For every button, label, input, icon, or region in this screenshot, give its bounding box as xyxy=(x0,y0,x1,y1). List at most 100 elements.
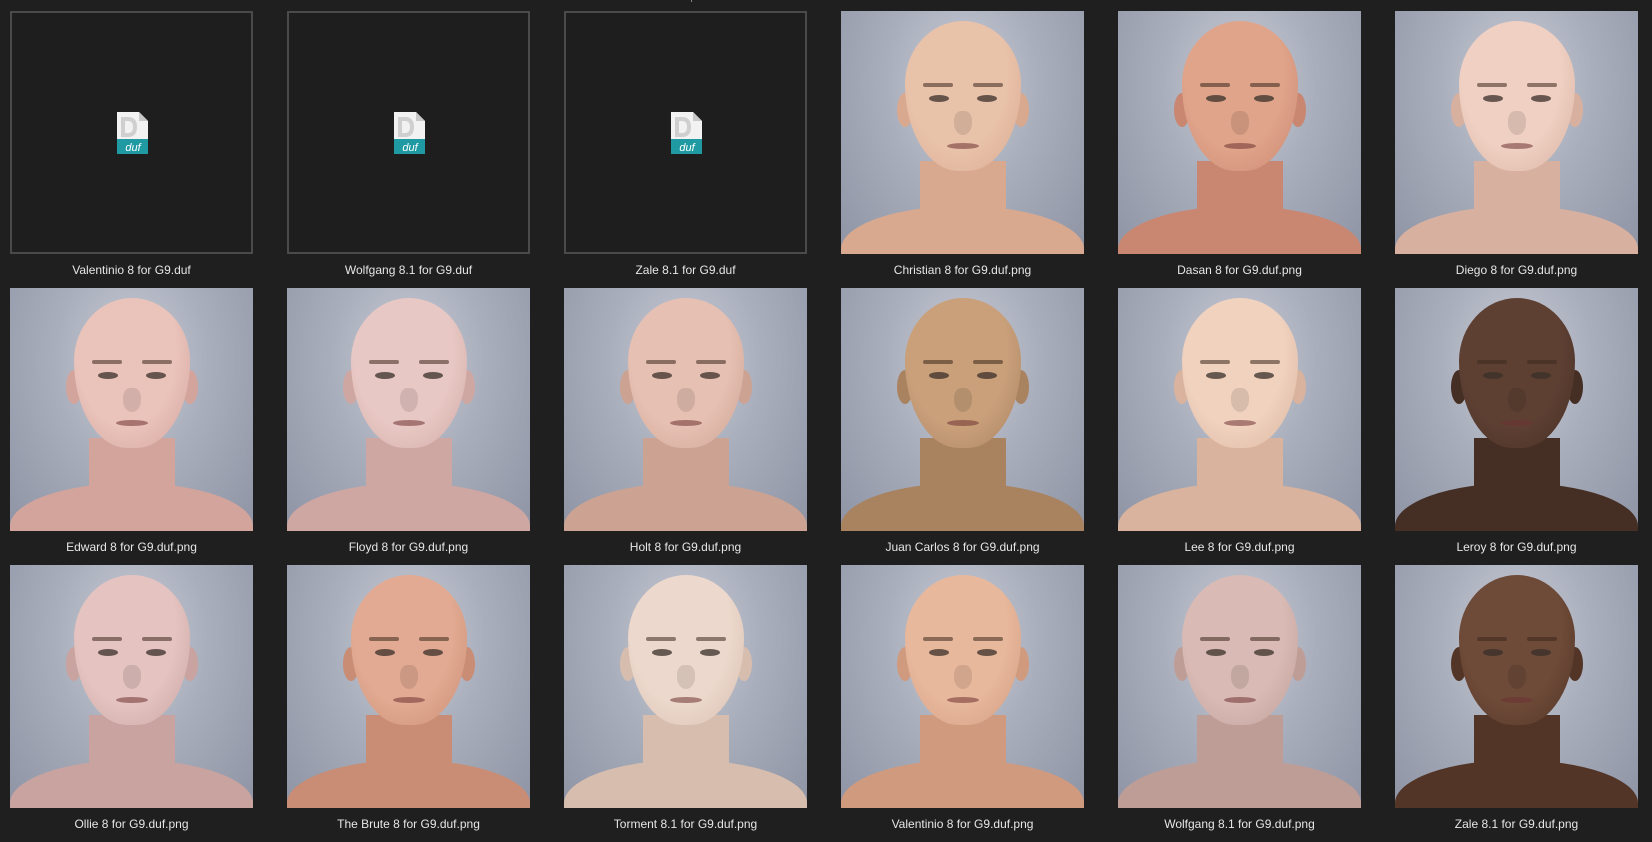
file-thumbnail[interactable]: duf xyxy=(564,11,807,254)
portrait-mouth xyxy=(669,420,702,426)
file-tile[interactable]: duf Zale 8.1 for G9.duf xyxy=(564,11,807,288)
file-tile[interactable]: Zale 8.1 for G9.duf.png xyxy=(1395,565,1638,842)
portrait-eye xyxy=(651,649,672,656)
file-name-label: Ollie 8 for G9.duf.png xyxy=(74,817,189,831)
portrait-eye xyxy=(928,372,949,379)
portrait-mouth xyxy=(1500,697,1533,703)
file-thumbnail[interactable]: duf xyxy=(287,11,530,254)
image-thumbnail[interactable] xyxy=(1118,288,1361,531)
file-tile[interactable]: Edward 8 for G9.duf.png xyxy=(10,288,253,565)
portrait-neck xyxy=(919,438,1006,508)
image-thumbnail[interactable] xyxy=(10,565,253,808)
portrait-brow xyxy=(1199,637,1230,641)
file-name-label: The Brute 8 for G9.duf.png xyxy=(337,817,480,831)
file-name-label: Dasan 8 for G9.duf.png xyxy=(1177,263,1302,277)
portrait-eye xyxy=(97,649,118,656)
portrait-eye xyxy=(1205,649,1226,656)
portrait-eye xyxy=(1253,372,1274,379)
image-thumbnail[interactable] xyxy=(564,565,807,808)
portrait-neck xyxy=(642,715,729,785)
portrait-mouth xyxy=(392,697,425,703)
portrait-eye xyxy=(1530,372,1551,379)
portrait-nose xyxy=(1230,111,1249,135)
image-thumbnail[interactable] xyxy=(564,288,807,531)
portrait-brow xyxy=(1476,83,1507,87)
portrait-neck xyxy=(642,438,729,508)
portrait-eye xyxy=(928,649,949,656)
file-name-label: Valentinio 8 for G9.duf.png xyxy=(891,817,1034,831)
portrait-brow xyxy=(418,637,449,641)
portrait-brow xyxy=(368,360,399,364)
svg-text:duf: duf xyxy=(402,142,418,154)
duf-file-icon: duf xyxy=(393,111,425,154)
portrait-nose xyxy=(676,388,695,412)
image-thumbnail[interactable] xyxy=(287,565,530,808)
portrait-brow xyxy=(368,637,399,641)
file-tile[interactable]: Floyd 8 for G9.duf.png xyxy=(287,288,530,565)
image-thumbnail[interactable] xyxy=(1118,565,1361,808)
portrait-neck xyxy=(88,715,175,785)
portrait-eye xyxy=(1253,649,1274,656)
file-tile[interactable]: Torment 8.1 for G9.duf.png xyxy=(564,565,807,842)
portrait-eye xyxy=(374,649,395,656)
file-name-label: Torment 8.1 for G9.duf.png xyxy=(613,817,758,831)
file-tile[interactable]: Christian 8 for G9.duf.png xyxy=(841,11,1084,288)
file-tile[interactable]: The Brute 8 for G9.duf.png xyxy=(287,565,530,842)
portrait-nose xyxy=(399,388,418,412)
file-tile[interactable]: Lee 8 for G9.duf.png xyxy=(1118,288,1361,565)
portrait-eye xyxy=(928,95,949,102)
file-tile[interactable]: Ollie 8 for G9.duf.png xyxy=(10,565,253,842)
portrait-mouth xyxy=(1500,143,1533,149)
image-thumbnail[interactable] xyxy=(10,288,253,531)
portrait-eye xyxy=(651,372,672,379)
file-thumbnail[interactable]: duf xyxy=(10,11,253,254)
portrait-nose xyxy=(953,388,972,412)
file-name-label: Leroy 8 for G9.duf.png xyxy=(1456,540,1577,554)
file-tile[interactable]: Valentinio 8 for G9.duf.png xyxy=(841,565,1084,842)
portrait-nose xyxy=(122,388,141,412)
portrait-brow xyxy=(922,637,953,641)
portrait-brow xyxy=(695,360,726,364)
portrait-brow xyxy=(922,83,953,87)
portrait-brow xyxy=(1526,83,1557,87)
image-thumbnail[interactable] xyxy=(841,288,1084,531)
file-tile[interactable]: Diego 8 for G9.duf.png xyxy=(1395,11,1638,288)
file-name-label: Floyd 8 for G9.duf.png xyxy=(348,540,469,554)
portrait-brow xyxy=(418,360,449,364)
portrait-eye xyxy=(1482,95,1503,102)
file-tile[interactable]: duf Wolfgang 8.1 for G9.duf xyxy=(287,11,530,288)
portrait-mouth xyxy=(669,697,702,703)
portrait-eye xyxy=(422,649,443,656)
file-tile[interactable]: duf Valentinio 8 for G9.duf xyxy=(10,11,253,288)
portrait-brow xyxy=(91,360,122,364)
portrait-eye xyxy=(1482,649,1503,656)
image-thumbnail[interactable] xyxy=(1395,288,1638,531)
image-thumbnail[interactable] xyxy=(841,565,1084,808)
file-tile[interactable]: Dasan 8 for G9.duf.png xyxy=(1118,11,1361,288)
file-tile[interactable]: Juan Carlos 8 for G9.duf.png xyxy=(841,288,1084,565)
image-thumbnail[interactable] xyxy=(1395,11,1638,254)
portrait-neck xyxy=(365,438,452,508)
portrait-brow xyxy=(972,637,1003,641)
image-thumbnail[interactable] xyxy=(841,11,1084,254)
portrait-brow xyxy=(1249,360,1280,364)
file-tile[interactable]: Wolfgang 8.1 for G9.duf.png xyxy=(1118,565,1361,842)
portrait-neck xyxy=(919,161,1006,231)
portrait-brow xyxy=(141,637,172,641)
portrait-neck xyxy=(1196,161,1283,231)
file-name-label: Wolfgang 8.1 for G9.duf.png xyxy=(1164,817,1315,831)
svg-text:duf: duf xyxy=(679,142,695,154)
portrait-brow xyxy=(1476,360,1507,364)
image-thumbnail[interactable] xyxy=(287,288,530,531)
file-name-label: Lee 8 for G9.duf.png xyxy=(1184,540,1295,554)
file-thumbnail-grid: duf Valentinio 8 for G9.duf duf Wolfgang 8.… xyxy=(0,0,1652,841)
portrait-nose xyxy=(1230,388,1249,412)
image-thumbnail[interactable] xyxy=(1118,11,1361,254)
portrait-mouth xyxy=(946,143,979,149)
portrait-nose xyxy=(1507,388,1526,412)
portrait-eye xyxy=(145,372,166,379)
image-thumbnail[interactable] xyxy=(1395,565,1638,808)
file-tile[interactable]: Leroy 8 for G9.duf.png xyxy=(1395,288,1638,565)
file-tile[interactable]: Holt 8 for G9.duf.png xyxy=(564,288,807,565)
file-name-label: Zale 8.1 for G9.duf.png xyxy=(1454,817,1579,831)
